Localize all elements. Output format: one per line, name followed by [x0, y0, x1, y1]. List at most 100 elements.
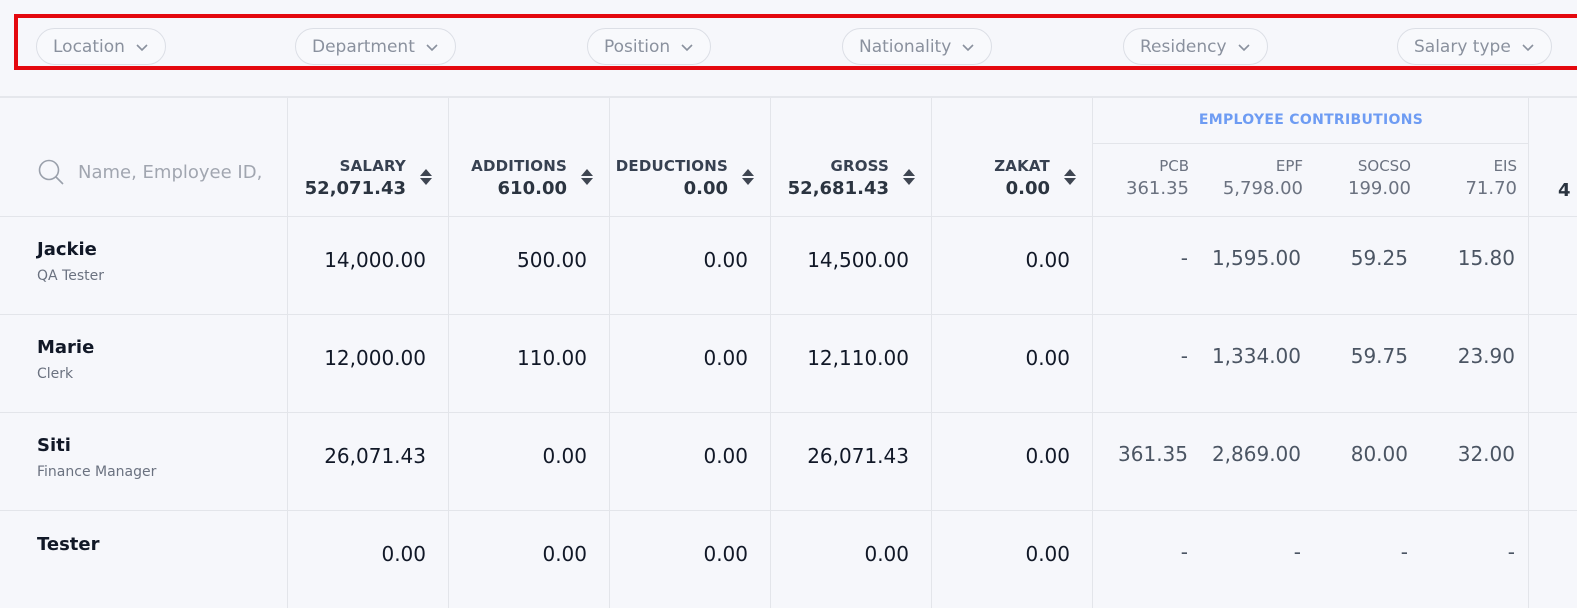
sort-icon[interactable] — [580, 168, 594, 186]
row-divider — [0, 412, 1577, 413]
column-header-epf: EPF 5,798.00 — [1223, 157, 1303, 199]
column-header-socso: SOCSO 199.00 — [1348, 157, 1411, 199]
column-header-deductions[interactable]: DEDUCTIONS 0.00 — [616, 157, 728, 199]
gross-cell: 14,500.00 — [807, 248, 909, 272]
additions-cell: 0.00 — [542, 444, 587, 468]
column-total: 199.00 — [1348, 178, 1411, 199]
column-divider — [609, 98, 610, 608]
employee-position: QA Tester — [37, 268, 104, 284]
gross-cell: 0.00 — [864, 542, 909, 566]
filter-location[interactable]: Location — [36, 28, 166, 65]
socso-cell: 59.25 — [1350, 246, 1408, 270]
filter-label: Nationality — [859, 36, 952, 57]
column-total: 5,798.00 — [1222, 178, 1303, 199]
filter-bar: Location Department Position Nationality… — [14, 14, 1577, 70]
zakat-cell: 0.00 — [1025, 542, 1070, 566]
column-total: 0.00 — [1005, 178, 1050, 199]
socso-cell: 80.00 — [1350, 442, 1408, 466]
employee-contributions-title: EMPLOYEE CONTRIBUTIONS — [1198, 112, 1424, 128]
column-total: 610.00 — [497, 178, 567, 199]
eis-cell: 23.90 — [1457, 344, 1515, 368]
column-total: 4 — [1558, 180, 1571, 201]
column-header-pcb: PCB 361.35 — [1126, 157, 1189, 199]
column-label: SALARY — [339, 157, 406, 175]
search-icon — [38, 159, 64, 185]
chevron-down-icon — [136, 43, 148, 51]
socso-cell: 59.75 — [1350, 344, 1408, 368]
epf-cell: 2,869.00 — [1211, 442, 1301, 466]
employee-name: Marie — [37, 337, 95, 358]
zakat-cell: 0.00 — [1025, 248, 1070, 272]
employee-position: Clerk — [37, 366, 74, 382]
filter-label: Position — [604, 36, 671, 57]
zakat-cell: 0.00 — [1025, 444, 1070, 468]
column-divider — [1092, 98, 1093, 608]
deductions-cell: 0.00 — [703, 248, 748, 272]
column-header-eis: EIS 71.70 — [1465, 157, 1517, 199]
chevron-down-icon — [1522, 43, 1534, 51]
search-input[interactable] — [78, 161, 268, 183]
chevron-down-icon — [681, 43, 693, 51]
column-divider — [1528, 98, 1529, 608]
epf-cell: 1,334.00 — [1211, 344, 1301, 368]
sort-icon[interactable] — [419, 168, 433, 186]
epf-cell: 1,595.00 — [1211, 246, 1301, 270]
filter-salary-type[interactable]: Salary type — [1397, 28, 1552, 65]
deductions-cell: 0.00 — [703, 542, 748, 566]
employee-search — [38, 159, 268, 185]
filter-nationality[interactable]: Nationality — [842, 28, 993, 65]
column-label: ADDITIONS — [471, 157, 567, 175]
column-header-salary[interactable]: SALARY 52,071.43 — [305, 157, 406, 199]
column-total: 361.35 — [1126, 178, 1189, 199]
pcb-cell: - — [1180, 344, 1188, 368]
deductions-cell: 0.00 — [703, 444, 748, 468]
column-divider — [287, 98, 288, 608]
salary-cell: 14,000.00 — [324, 248, 426, 272]
filter-residency[interactable]: Residency — [1123, 28, 1268, 65]
pcb-cell: 361.35 — [1118, 442, 1188, 466]
filter-label: Department — [312, 36, 415, 57]
column-total: 52,681.43 — [787, 178, 889, 199]
column-label: GROSS — [830, 157, 889, 175]
pcb-cell: - — [1180, 246, 1188, 270]
row-divider — [0, 510, 1577, 511]
column-header-gross[interactable]: GROSS 52,681.43 — [788, 157, 889, 199]
employee-name: Jackie — [37, 239, 97, 260]
filter-position[interactable]: Position — [587, 28, 712, 65]
column-divider — [448, 98, 449, 608]
filter-department[interactable]: Department — [295, 28, 456, 65]
socso-cell: - — [1400, 540, 1408, 564]
salary-cell: 0.00 — [381, 542, 426, 566]
epf-cell: - — [1293, 540, 1301, 564]
column-label: PCB — [1159, 157, 1189, 175]
chevron-down-icon — [426, 43, 438, 51]
row-divider — [0, 216, 1577, 217]
column-total: 52,071.43 — [304, 178, 406, 199]
additions-cell: 110.00 — [517, 346, 587, 370]
column-header-zakat[interactable]: ZAKAT 0.00 — [994, 157, 1050, 199]
sort-icon[interactable] — [902, 168, 916, 186]
column-divider — [770, 98, 771, 608]
column-header-additions[interactable]: ADDITIONS 610.00 — [471, 157, 567, 199]
column-total: 0.00 — [683, 178, 728, 199]
filter-label: Salary type — [1414, 36, 1511, 57]
chevron-down-icon — [962, 43, 974, 51]
chevron-down-icon — [1237, 43, 1250, 51]
additions-cell: 500.00 — [517, 248, 587, 272]
column-label: SOCSO — [1357, 157, 1411, 175]
filter-label: Location — [53, 36, 125, 57]
column-label: EIS — [1493, 157, 1517, 175]
column-total: 71.70 — [1465, 178, 1517, 199]
group-divider — [1093, 143, 1528, 144]
eis-cell: 32.00 — [1457, 442, 1515, 466]
employee-position: Finance Manager — [37, 464, 157, 480]
sort-icon[interactable] — [1063, 168, 1077, 186]
gross-cell: 12,110.00 — [807, 346, 909, 370]
filter-label: Residency — [1140, 36, 1227, 57]
employee-name: Tester — [37, 534, 100, 555]
gross-cell: 26,071.43 — [807, 444, 909, 468]
salary-cell: 26,071.43 — [324, 444, 426, 468]
column-label: EPF — [1275, 157, 1303, 175]
sort-icon[interactable] — [741, 168, 755, 186]
eis-cell: 15.80 — [1457, 246, 1515, 270]
